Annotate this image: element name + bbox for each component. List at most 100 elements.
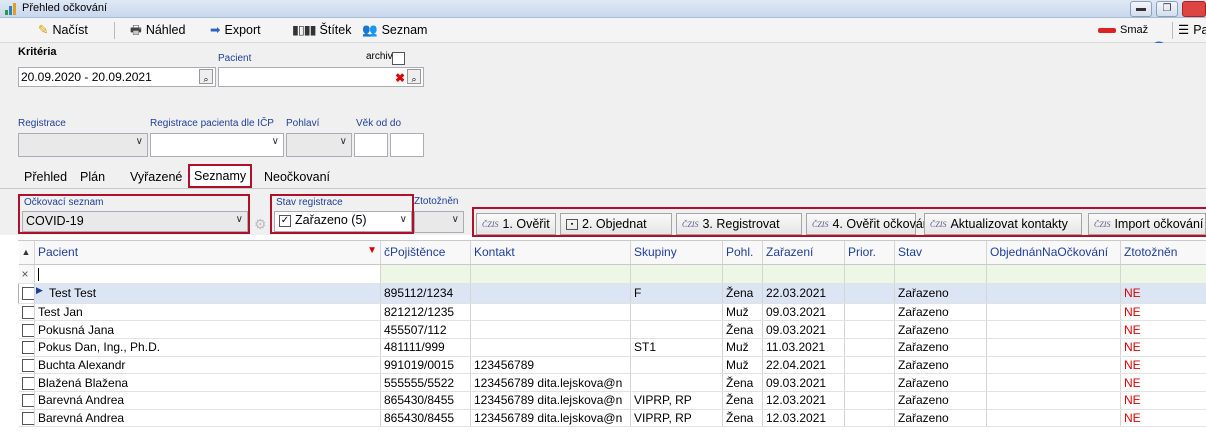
table-row[interactable]: Pokus Dan, Ing., Ph.D. 481111/999 ST1 Muž 11…: [18, 338, 1206, 357]
table-cell: [844, 338, 895, 357]
table-cell: 12.03.2021: [762, 391, 845, 410]
filter-cell[interactable]: [34, 264, 381, 284]
gear-icon[interactable]: ⚙: [254, 216, 267, 233]
filter-cell[interactable]: [380, 264, 471, 284]
row-checkbox[interactable]: [21, 341, 34, 355]
table-cell: [986, 320, 1121, 339]
verified-select[interactable]: ∨: [414, 211, 464, 233]
registration-icp-select[interactable]: ∨: [150, 133, 284, 157]
clear-icon[interactable]: ✖: [395, 69, 405, 87]
tab-neockovani[interactable]: Neočkovaní: [260, 166, 334, 188]
order-button[interactable]: ▪ 2. Objednat: [560, 213, 672, 235]
row-checkbox-cell[interactable]: [18, 338, 35, 357]
age-from-input[interactable]: [354, 133, 388, 157]
printer-icon: 🖶: [130, 23, 142, 37]
table-cell: [844, 409, 895, 428]
maximize-button[interactable]: ❐: [1156, 1, 1178, 17]
col-pacient[interactable]: Pacient ▼: [34, 241, 381, 265]
row-checkbox[interactable]: [21, 376, 34, 390]
col-groups[interactable]: Skupiny: [630, 241, 723, 265]
col-gender[interactable]: Pohl.: [722, 241, 763, 265]
close-button[interactable]: [1182, 1, 1206, 17]
minimize-button[interactable]: ▬: [1130, 1, 1152, 17]
col-contact[interactable]: Kontakt: [470, 241, 631, 265]
verify-vaccination-button[interactable]: ČZIS 4. Ověřit očkování: [806, 213, 933, 235]
col-state[interactable]: Stav: [894, 241, 987, 265]
table-cell: 481111/999: [380, 338, 471, 357]
table-row[interactable]: Buchta Alexandr 991019/0015 123456789 Muž 22…: [18, 356, 1206, 375]
row-checkbox[interactable]: [21, 394, 34, 408]
window-title: Přehled očkování: [22, 2, 107, 14]
age-to-input[interactable]: [390, 133, 424, 157]
filter-cell[interactable]: [894, 264, 987, 284]
table-row[interactable]: Barevná Andrea 865430/8455 123456789 dita.…: [18, 409, 1206, 428]
table-cell: 123456789 dita.lejskova@n: [470, 373, 631, 392]
row-checkbox-cell[interactable]: [18, 373, 35, 392]
filter-cell[interactable]: [722, 264, 763, 284]
sort-asc-icon[interactable]: ▲: [18, 241, 35, 265]
export-button[interactable]: ➡ Export: [210, 21, 261, 40]
col-verified[interactable]: Ztotožněn: [1120, 241, 1206, 265]
archive-checkbox[interactable]: [392, 52, 405, 65]
row-checkbox-cell[interactable]: [18, 409, 35, 428]
col-enrolled[interactable]: Zařazení: [762, 241, 845, 265]
table-cell: 09.03.2021: [762, 320, 845, 339]
preview-button[interactable]: 🖶 Náhled: [130, 21, 185, 40]
table-row[interactable]: Pokusná Jana 455507/112 Žena 09.03.2021 Zařa…: [18, 320, 1206, 339]
registration-state-select[interactable]: ✓ Zařazeno (5) ∨: [274, 211, 412, 232]
row-checkbox[interactable]: [21, 306, 34, 319]
search-icon[interactable]: ⌕: [199, 69, 213, 84]
filter-cell[interactable]: [762, 264, 845, 284]
filter-cell[interactable]: [470, 264, 631, 284]
registration-select[interactable]: ∨: [18, 133, 148, 157]
table-cell: Zařazeno: [894, 356, 987, 375]
clear-filter-icon[interactable]: ×: [18, 264, 35, 284]
gender-select[interactable]: ∨: [286, 133, 352, 157]
menu-button[interactable]: ☰ Pa: [1178, 21, 1206, 40]
verify-button[interactable]: ČZIS 1. Ověřit: [476, 213, 556, 235]
col-priority[interactable]: Prior.: [844, 241, 895, 265]
row-checkbox[interactable]: [21, 359, 34, 373]
filter-cell[interactable]: [630, 264, 723, 284]
row-checkbox[interactable]: [21, 412, 34, 426]
import-vaccination-button[interactable]: ČZIS Import očkování: [1088, 213, 1206, 235]
table-cell: 09.03.2021: [762, 303, 845, 322]
tab-vyrazene[interactable]: Vyřazené: [126, 166, 186, 188]
delete-button[interactable]: Smaž: [1098, 21, 1148, 40]
search-icon[interactable]: ⌕: [407, 69, 421, 84]
filter-cell[interactable]: [844, 264, 895, 284]
label-button[interactable]: ▮▯▮▮ Štítek: [292, 21, 351, 40]
patient-input[interactable]: ✖ ⌕: [218, 67, 424, 87]
table-row[interactable]: Test Jan 821212/1235 Muž 09.03.2021 Zařazeno…: [18, 303, 1206, 322]
table-row[interactable]: Barevná Andrea 865430/8455 123456789 dita.…: [18, 391, 1206, 410]
table-cell: NE: [1120, 356, 1206, 375]
tab-prehled[interactable]: Přehled: [20, 166, 71, 188]
row-checkbox-cell[interactable]: [18, 283, 35, 304]
filter-cell[interactable]: [986, 264, 1121, 284]
row-checkbox-cell[interactable]: [18, 303, 35, 322]
table-cell: F: [630, 283, 723, 304]
row-checkbox[interactable]: [22, 287, 34, 301]
date-range-input[interactable]: 20.09.2020 - 20.09.2021 ⌕: [18, 67, 216, 87]
row-checkbox[interactable]: [21, 323, 34, 337]
patients-grid: ▲ Pacient ▼ čPojištěnce Kontakt Skupiny P…: [18, 240, 1206, 444]
col-ordered[interactable]: ObjednánNaOčkování: [986, 241, 1121, 265]
tab-plan[interactable]: Plán: [76, 166, 109, 188]
table-cell: [986, 356, 1121, 375]
pencil-icon: ✎: [38, 23, 49, 37]
row-checkbox-cell[interactable]: [18, 320, 35, 339]
register-button[interactable]: ČZIS 3. Registrovat: [676, 213, 802, 235]
tab-seznamy[interactable]: Seznamy: [188, 164, 253, 188]
update-contacts-button[interactable]: ČZIS Aktualizovat kontakty: [924, 213, 1082, 235]
table-row[interactable]: ▶ Test Test 895112/1234 F Žena 22.03.2021 Zařa…: [18, 283, 1206, 304]
col-insurance[interactable]: čPojištěnce: [380, 241, 471, 265]
current-row-icon: ▶: [36, 284, 43, 295]
row-checkbox-cell[interactable]: [18, 391, 35, 410]
row-checkbox-cell[interactable]: [18, 356, 35, 375]
load-button[interactable]: ✎ Načíst: [38, 21, 88, 40]
table-cell: [986, 373, 1121, 392]
filter-cell[interactable]: [1120, 264, 1206, 284]
vaccination-list-select[interactable]: COVID-19 ∨: [22, 211, 248, 232]
list-button[interactable]: 👥 Seznam: [362, 21, 427, 40]
table-row[interactable]: Blažená Blažena 555555/5522 123456789 dita…: [18, 373, 1206, 392]
